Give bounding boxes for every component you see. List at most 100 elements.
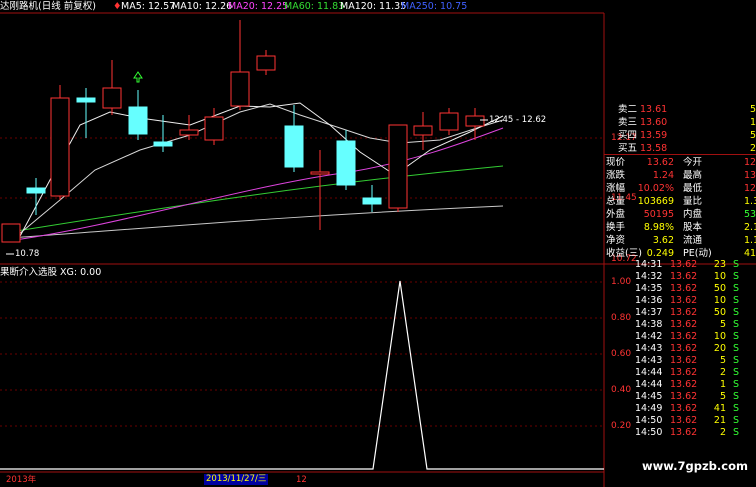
tick-row[interactable]: 14:43 13.62 20 S — [604, 343, 756, 355]
ma60-label: MA60: 11.83 — [284, 1, 345, 12]
tick-row[interactable]: 14:37 13.62 50 S — [604, 307, 756, 319]
stat-value: 3.62 — [652, 235, 674, 246]
candle[interactable] — [50, 85, 70, 200]
stock-title: 达刚路机(日线 前复权) — [0, 1, 96, 12]
tick-time: 14:35 — [635, 283, 663, 294]
tick-side: S — [733, 295, 740, 306]
tick-price: 13.62 — [670, 379, 698, 390]
quote-stat-row: 外盘 50195 内盘 5347 — [604, 208, 756, 221]
ma60-line — [9, 165, 504, 233]
quote-stat-row: 净资 3.62 流通 1.15 — [604, 234, 756, 247]
order-volume: 5 — [750, 130, 756, 141]
tick-volume: 2 — [719, 367, 726, 378]
candle[interactable] — [256, 50, 276, 75]
stat-label: 量比 — [683, 196, 703, 207]
stat-label: 现价 — [606, 157, 626, 168]
order-book-row: 卖二 13.61 5 — [604, 103, 756, 116]
tick-side: S — [733, 271, 740, 282]
tick-price: 13.62 — [670, 307, 698, 318]
tick-row[interactable]: 14:44 13.62 1 S — [604, 379, 756, 391]
ma250-line — [9, 205, 504, 239]
tick-row[interactable]: 14:31 13.62 23 S — [604, 259, 756, 271]
tick-row[interactable]: 14:38 13.62 5 S — [604, 319, 756, 331]
tick-volume: 1 — [719, 379, 726, 390]
stat-value: 50195 — [643, 209, 674, 220]
candle[interactable] — [388, 124, 408, 212]
candle[interactable] — [128, 90, 148, 140]
ma20-line — [14, 127, 504, 241]
tick-volume: 50 — [713, 307, 726, 318]
tick-time: 14:44 — [635, 367, 663, 378]
tick-time: 14:37 — [635, 307, 663, 318]
order-book-row: 买四 13.59 5 — [604, 129, 756, 142]
stat-label: 股本 — [683, 222, 703, 233]
tick-time: 14:32 — [635, 271, 663, 282]
tick-row[interactable]: 14:50 13.62 21 S — [604, 415, 756, 427]
indicator-label: 果断介入选股 XG: 0.00 — [0, 267, 102, 278]
tick-price: 13.62 — [670, 259, 698, 270]
order-label: 卖三 — [618, 117, 638, 128]
candle[interactable] — [465, 108, 485, 140]
tick-volume: 50 — [713, 283, 726, 294]
tick-side: S — [733, 367, 740, 378]
tick-side: S — [733, 307, 740, 318]
candle[interactable] — [179, 115, 199, 140]
tick-row[interactable]: 14:35 13.62 50 S — [604, 283, 756, 295]
tick-row[interactable]: 14:32 13.62 10 S — [604, 271, 756, 283]
tick-side: S — [733, 403, 740, 414]
candle[interactable] — [310, 150, 330, 230]
tick-price: 13.62 — [670, 391, 698, 402]
tick-price: 13.62 — [670, 367, 698, 378]
candle[interactable] — [1, 223, 21, 243]
quote-stat-row: 换手 8.98% 股本 2.12 — [604, 221, 756, 234]
stat-label: 总量 — [606, 196, 626, 207]
candle[interactable] — [413, 112, 433, 150]
stat-label: 最高 — [683, 170, 703, 181]
tick-row[interactable]: 14:49 13.62 41 S — [604, 403, 756, 415]
stat-label: 今开 — [683, 157, 703, 168]
up-arrow-icon — [133, 71, 143, 83]
high-price-marker: 12.45 - 12.62 — [489, 115, 547, 125]
low-price-marker: 10.78 — [15, 249, 40, 259]
stat-label: 外盘 — [606, 209, 626, 220]
tick-row[interactable]: 14:36 13.62 10 S — [604, 295, 756, 307]
stat-value: 13.6 — [744, 170, 756, 181]
candle[interactable] — [230, 20, 250, 110]
stat-value: 1.24 — [652, 170, 674, 181]
tick-row[interactable]: 14:50 13.62 2 S — [604, 427, 756, 439]
order-book-row: 卖三 13.60 1 — [604, 116, 756, 129]
tick-price: 13.62 — [670, 331, 698, 342]
tick-time: 14:44 — [635, 379, 663, 390]
cursor-date-label: 2013/11/27/三 — [204, 474, 269, 485]
tick-volume: 41 — [713, 403, 726, 414]
order-volume: 5 — [750, 104, 756, 115]
tick-time: 14:42 — [635, 331, 663, 342]
stat-label: 涨幅 — [606, 183, 626, 194]
stat-value: 12.6 — [744, 183, 756, 194]
quote-stat-row: 总量 103669 量比 1.3 — [604, 195, 756, 208]
tick-side: S — [733, 415, 740, 426]
tick-row[interactable]: 14:42 13.62 10 S — [604, 331, 756, 343]
tick-row[interactable]: 14:44 13.62 2 S — [604, 367, 756, 379]
order-label: 买四 — [618, 130, 638, 141]
stock-chart-window: 达刚路机(日线 前复权) ♦ MA5: 12.57 MA10: 12.26 MA… — [0, 0, 756, 487]
candle[interactable] — [26, 178, 46, 215]
tick-row[interactable]: 14:45 13.62 5 S — [604, 391, 756, 403]
candle[interactable] — [336, 130, 356, 190]
candle[interactable] — [102, 60, 122, 115]
tick-volume: 5 — [719, 319, 726, 330]
order-price: 13.60 — [640, 117, 668, 128]
order-label: 卖二 — [618, 104, 638, 115]
tick-row[interactable]: 14:43 13.62 5 S — [604, 355, 756, 367]
tick-price: 13.62 — [670, 427, 698, 438]
order-price: 13.61 — [640, 104, 668, 115]
tick-time: 14:43 — [635, 355, 663, 366]
candlestick-series[interactable] — [1, 20, 485, 243]
candle[interactable] — [439, 108, 459, 135]
tick-price: 13.62 — [670, 403, 698, 414]
tick-volume: 10 — [713, 331, 726, 342]
tick-time: 14:31 — [635, 259, 663, 270]
candle[interactable] — [362, 185, 382, 212]
candle[interactable] — [76, 88, 96, 138]
tick-time: 14:45 — [635, 391, 663, 402]
